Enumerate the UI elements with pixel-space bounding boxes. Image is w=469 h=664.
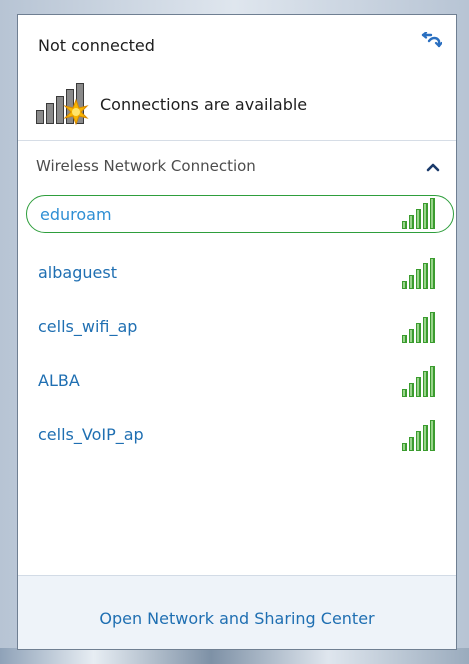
collapse-button[interactable] <box>422 156 444 178</box>
network-name: cells_wifi_ap <box>38 317 138 336</box>
network-item-cells-voip-ap[interactable]: cells_VoIP_ap <box>18 411 456 465</box>
network-name: albaguest <box>38 263 117 282</box>
status-message: Connections are available <box>100 94 308 114</box>
network-item-eduroam[interactable]: eduroam <box>18 195 456 249</box>
network-name: ALBA <box>38 371 80 390</box>
network-item-albaguest[interactable]: albaguest <box>18 249 456 303</box>
refresh-icon <box>421 32 442 48</box>
network-list: eduroam albaguest cells_wifi_ap ALBA cel… <box>18 195 456 465</box>
chevron-up-icon <box>426 163 440 172</box>
network-unavailable-star-icon <box>36 83 89 126</box>
signal-strength-icon <box>402 420 435 451</box>
signal-strength-icon <box>402 258 435 289</box>
status-title: Not connected <box>38 36 155 55</box>
open-network-sharing-center-link[interactable]: Open Network and Sharing Center <box>99 609 374 628</box>
network-item-alba[interactable]: ALBA <box>18 357 456 411</box>
connection-status: Not connected Connections are available <box>18 15 456 141</box>
taskbar-edge <box>0 648 469 664</box>
signal-strength-icon <box>402 366 435 397</box>
flyout-footer: Open Network and Sharing Center <box>18 575 456 649</box>
network-name: eduroam <box>40 205 112 224</box>
signal-strength-icon <box>402 312 435 343</box>
section-title: Wireless Network Connection <box>36 157 256 175</box>
wireless-section-header[interactable]: Wireless Network Connection <box>18 141 456 195</box>
availability-row: Connections are available <box>34 82 307 126</box>
network-name: cells_VoIP_ap <box>38 425 144 444</box>
signal-strength-icon <box>402 198 435 229</box>
refresh-button[interactable] <box>418 29 444 55</box>
network-item-cells-wifi-ap[interactable]: cells_wifi_ap <box>18 303 456 357</box>
network-flyout: Not connected Connections are available … <box>17 14 457 650</box>
